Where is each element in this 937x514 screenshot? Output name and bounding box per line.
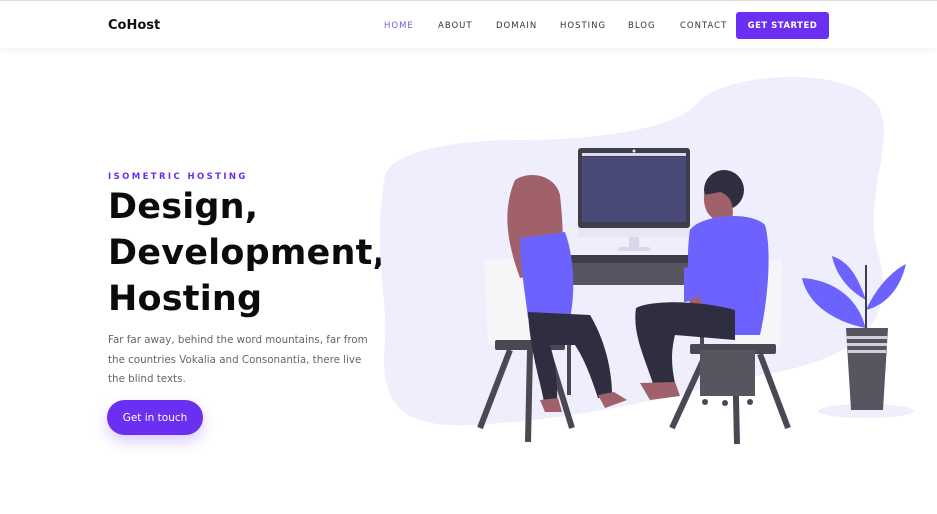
headline-line-3: Hosting bbox=[108, 279, 263, 319]
brand-logo[interactable]: CoHost bbox=[108, 18, 160, 33]
hero-eyebrow: ISOMETRIC HOSTING bbox=[108, 172, 248, 182]
headline-line-2: Development, bbox=[108, 233, 386, 273]
headline-line-1: Design, bbox=[108, 187, 259, 227]
hero-description: Far far away, behind the word mountains,… bbox=[108, 334, 368, 385]
get-in-touch-button[interactable]: Get in touch bbox=[107, 400, 203, 435]
nav-blog[interactable]: BLOG bbox=[628, 21, 656, 31]
nav-home[interactable]: HOME bbox=[384, 21, 414, 31]
nav-hosting[interactable]: HOSTING bbox=[560, 21, 606, 31]
hero-illustration bbox=[379, 76, 914, 445]
computer-illustration bbox=[578, 148, 690, 251]
navbar: CoHost HOME ABOUT DOMAIN HOSTING BLOG CO… bbox=[0, 1, 937, 48]
hero-headline: Design, Development, Hosting bbox=[108, 184, 408, 322]
background-blob bbox=[379, 76, 884, 426]
nav-domain[interactable]: DOMAIN bbox=[496, 21, 537, 31]
get-started-button[interactable]: GET STARTED bbox=[736, 12, 829, 39]
cabinet bbox=[700, 350, 755, 406]
nav-about[interactable]: ABOUT bbox=[438, 21, 473, 31]
nav-contact[interactable]: CONTACT bbox=[680, 21, 727, 31]
